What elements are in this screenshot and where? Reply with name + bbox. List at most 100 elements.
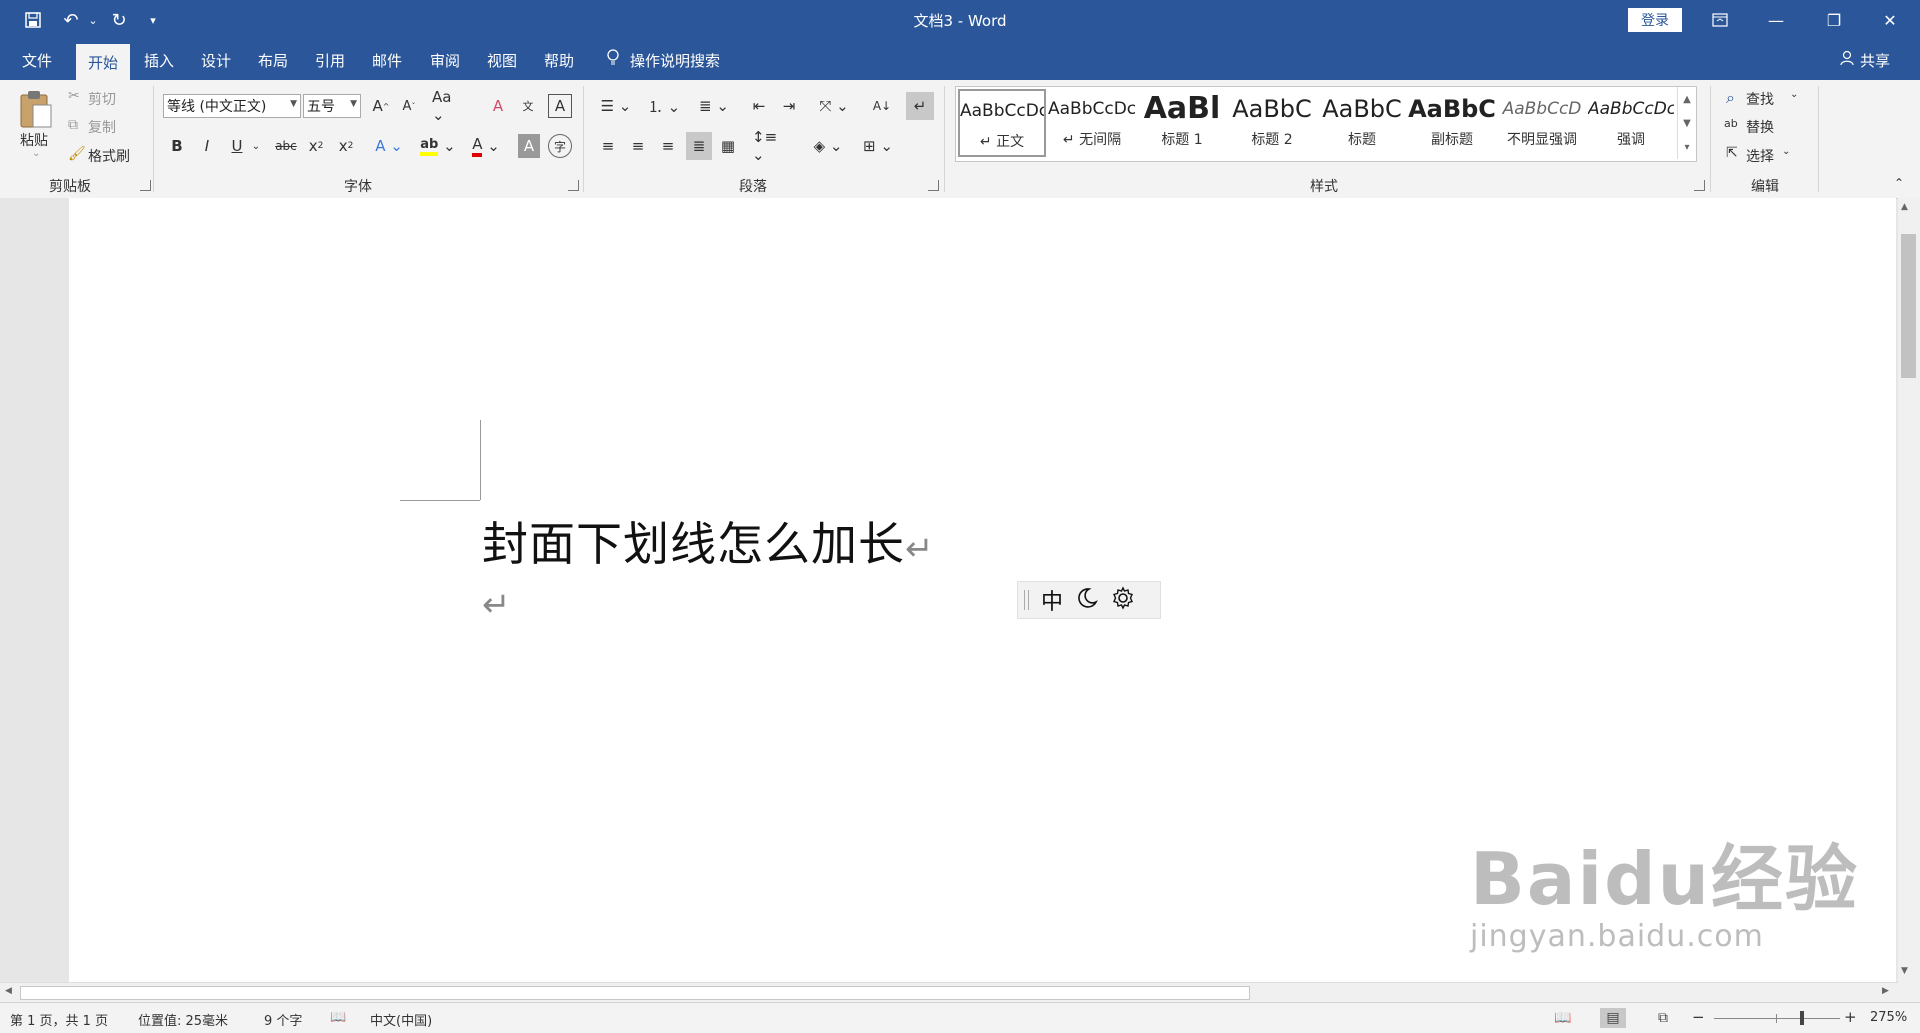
style-heading-1[interactable]: AaBl 标题 1 [1138,89,1226,157]
zoom-in-icon[interactable]: + [1844,1008,1857,1026]
select-label[interactable]: 选择 [1746,146,1774,166]
horizontal-scrollbar[interactable]: ◀ ▶ [0,982,1898,1003]
character-border-icon[interactable]: A [548,94,572,118]
page-count[interactable]: 第 1 页，共 1 页 [10,1010,108,1029]
sort-icon[interactable]: A↓ [870,94,894,118]
paste-label[interactable]: 粘贴 [20,130,48,150]
drag-handle-icon[interactable] [1024,590,1029,610]
style-emphasis[interactable]: AaBbCcDc 强调 [1588,89,1674,157]
proofing-icon[interactable]: 📖 [330,1010,346,1025]
scroll-right-icon[interactable]: ▶ [1882,986,1889,996]
gallery-more-icon[interactable]: ▾ [1677,135,1696,159]
superscript-icon[interactable]: x2 [334,134,358,158]
subscript-icon[interactable]: x2 [304,134,328,158]
clear-formatting-icon[interactable]: A [486,94,510,118]
find-label[interactable]: 查找 [1746,89,1774,109]
document-title-text[interactable]: 封面下划线怎么加长↵ [482,508,935,574]
find-dropdown-icon[interactable]: ⌄ [1790,89,1798,100]
tab-mailings[interactable]: 邮件 [364,40,410,80]
show-formatting-marks-icon[interactable]: ↵ [906,92,934,120]
align-left-icon[interactable]: ≡ [596,134,620,158]
strikethrough-icon[interactable]: abc [272,134,300,158]
multilevel-list-icon[interactable]: ≣ ⌄ [692,94,736,118]
tab-help[interactable]: 帮助 [536,40,582,80]
style-subtitle[interactable]: AaBbC 副标题 [1408,89,1496,157]
shrink-font-icon[interactable]: Aˇ [398,94,420,118]
tab-file[interactable]: 文件 [6,40,68,80]
style-no-spacing[interactable]: AaBbCcDc ↵ 无间隔 [1048,89,1136,157]
tab-view[interactable]: 视图 [479,40,525,80]
cursor-position[interactable]: 位置值: 25毫米 [138,1010,228,1029]
highlight-color-icon[interactable]: ab ⌄ [418,134,458,158]
tell-me-search[interactable]: 操作说明搜索 [606,40,720,80]
cut-icon[interactable]: ✂ [68,88,80,104]
paragraph-dialog-launcher[interactable] [928,180,939,191]
zoom-level[interactable]: 275% [1870,1010,1907,1025]
close-icon[interactable]: ✕ [1862,0,1918,40]
text-effects-icon[interactable]: A ⌄ [372,134,406,158]
word-count[interactable]: 9 个字 [264,1010,302,1029]
scroll-up-icon[interactable]: ▲ [1901,202,1908,212]
zoom-slider-thumb[interactable] [1800,1011,1804,1025]
replace-label[interactable]: 替换 [1746,117,1774,137]
format-painter-label[interactable]: 格式刷 [88,146,130,166]
enclose-characters-icon[interactable]: 字 [548,134,572,158]
justify-icon[interactable]: ≣ [686,132,712,160]
replace-icon[interactable]: ab [1724,117,1738,130]
zoom-slider-track[interactable] [1714,1018,1840,1019]
align-center-icon[interactable]: ≡ [626,134,650,158]
styles-dialog-launcher[interactable] [1694,180,1705,191]
vertical-scrollbar[interactable]: ▲ ▼ [1898,198,1920,982]
cut-label[interactable]: 剪切 [88,89,116,109]
line-spacing-icon[interactable]: ↕≡ ⌄ [752,128,792,164]
language-indicator[interactable]: 中文(中国) [370,1010,432,1029]
web-layout-icon[interactable]: ⧉ [1650,1008,1676,1028]
tab-layout[interactable]: 布局 [250,40,296,80]
change-case-icon[interactable]: Aa ⌄ [432,88,468,124]
horizontal-scroll-thumb[interactable] [20,986,1250,1000]
read-mode-icon[interactable]: 📖 [1550,1008,1576,1028]
paste-icon[interactable] [14,88,60,132]
zoom-out-icon[interactable]: − [1692,1008,1705,1026]
underline-icon[interactable]: U [226,134,248,158]
restore-icon[interactable]: ❐ [1806,0,1862,40]
tab-references[interactable]: 引用 [307,40,353,80]
numbering-icon[interactable]: ⒈ ⌄ [642,94,686,118]
scroll-down-icon[interactable]: ▼ [1901,966,1908,976]
empty-paragraph-mark[interactable]: ↵ [482,585,511,625]
tab-review[interactable]: 审阅 [422,40,468,80]
bold-icon[interactable]: B [166,134,188,158]
vertical-scroll-thumb[interactable] [1901,234,1916,378]
bullets-icon[interactable]: ☰ ⌄ [594,94,638,118]
print-layout-icon[interactable]: ▤ [1600,1008,1626,1028]
increase-indent-icon[interactable]: ⇥ [776,94,802,118]
font-name-combo[interactable]: 等线 (中文正文) ▼ [163,94,301,118]
font-dialog-launcher[interactable] [568,180,579,191]
tab-home[interactable]: 开始 [76,44,130,80]
italic-icon[interactable]: I [196,134,218,158]
select-dropdown-icon[interactable]: ⌄ [1782,146,1790,157]
ribbon-display-options-icon[interactable] [1692,0,1748,40]
find-icon[interactable]: ⌕ [1726,88,1735,108]
distributed-icon[interactable]: ▦ [716,134,740,158]
style-title[interactable]: AaBbC 标题 [1318,89,1406,157]
style-subtle-emphasis[interactable]: AaBbCcD 不明显强调 [1498,89,1586,157]
align-right-icon[interactable]: ≡ [656,134,680,158]
copy-icon[interactable]: ⧉ [68,117,78,133]
shading-icon[interactable]: ◈ ⌄ [808,134,848,158]
moon-icon[interactable] [1075,586,1099,614]
tab-insert[interactable]: 插入 [136,40,182,80]
grow-font-icon[interactable]: A ^ [370,94,392,118]
tab-design[interactable]: 设计 [193,40,239,80]
format-painter-icon[interactable]: 🖌 [68,146,86,162]
paste-dropdown-icon[interactable]: ⌄ [32,148,40,159]
phonetic-guide-icon[interactable]: 文 [516,94,540,118]
decrease-indent-icon[interactable]: ⇤ [746,94,772,118]
font-size-combo[interactable]: 五号 ▼ [303,94,361,118]
ime-mode-toggle[interactable]: 中 [1041,584,1063,616]
style-heading-2[interactable]: AaBbC 标题 2 [1228,89,1316,157]
collapse-ribbon-icon[interactable]: ⌃ [1894,176,1904,190]
scroll-left-icon[interactable]: ◀ [5,986,12,996]
chinese-layout-icon[interactable]: ⤧ ⌄ [814,94,854,118]
font-color-icon[interactable]: A ⌄ [466,134,506,158]
